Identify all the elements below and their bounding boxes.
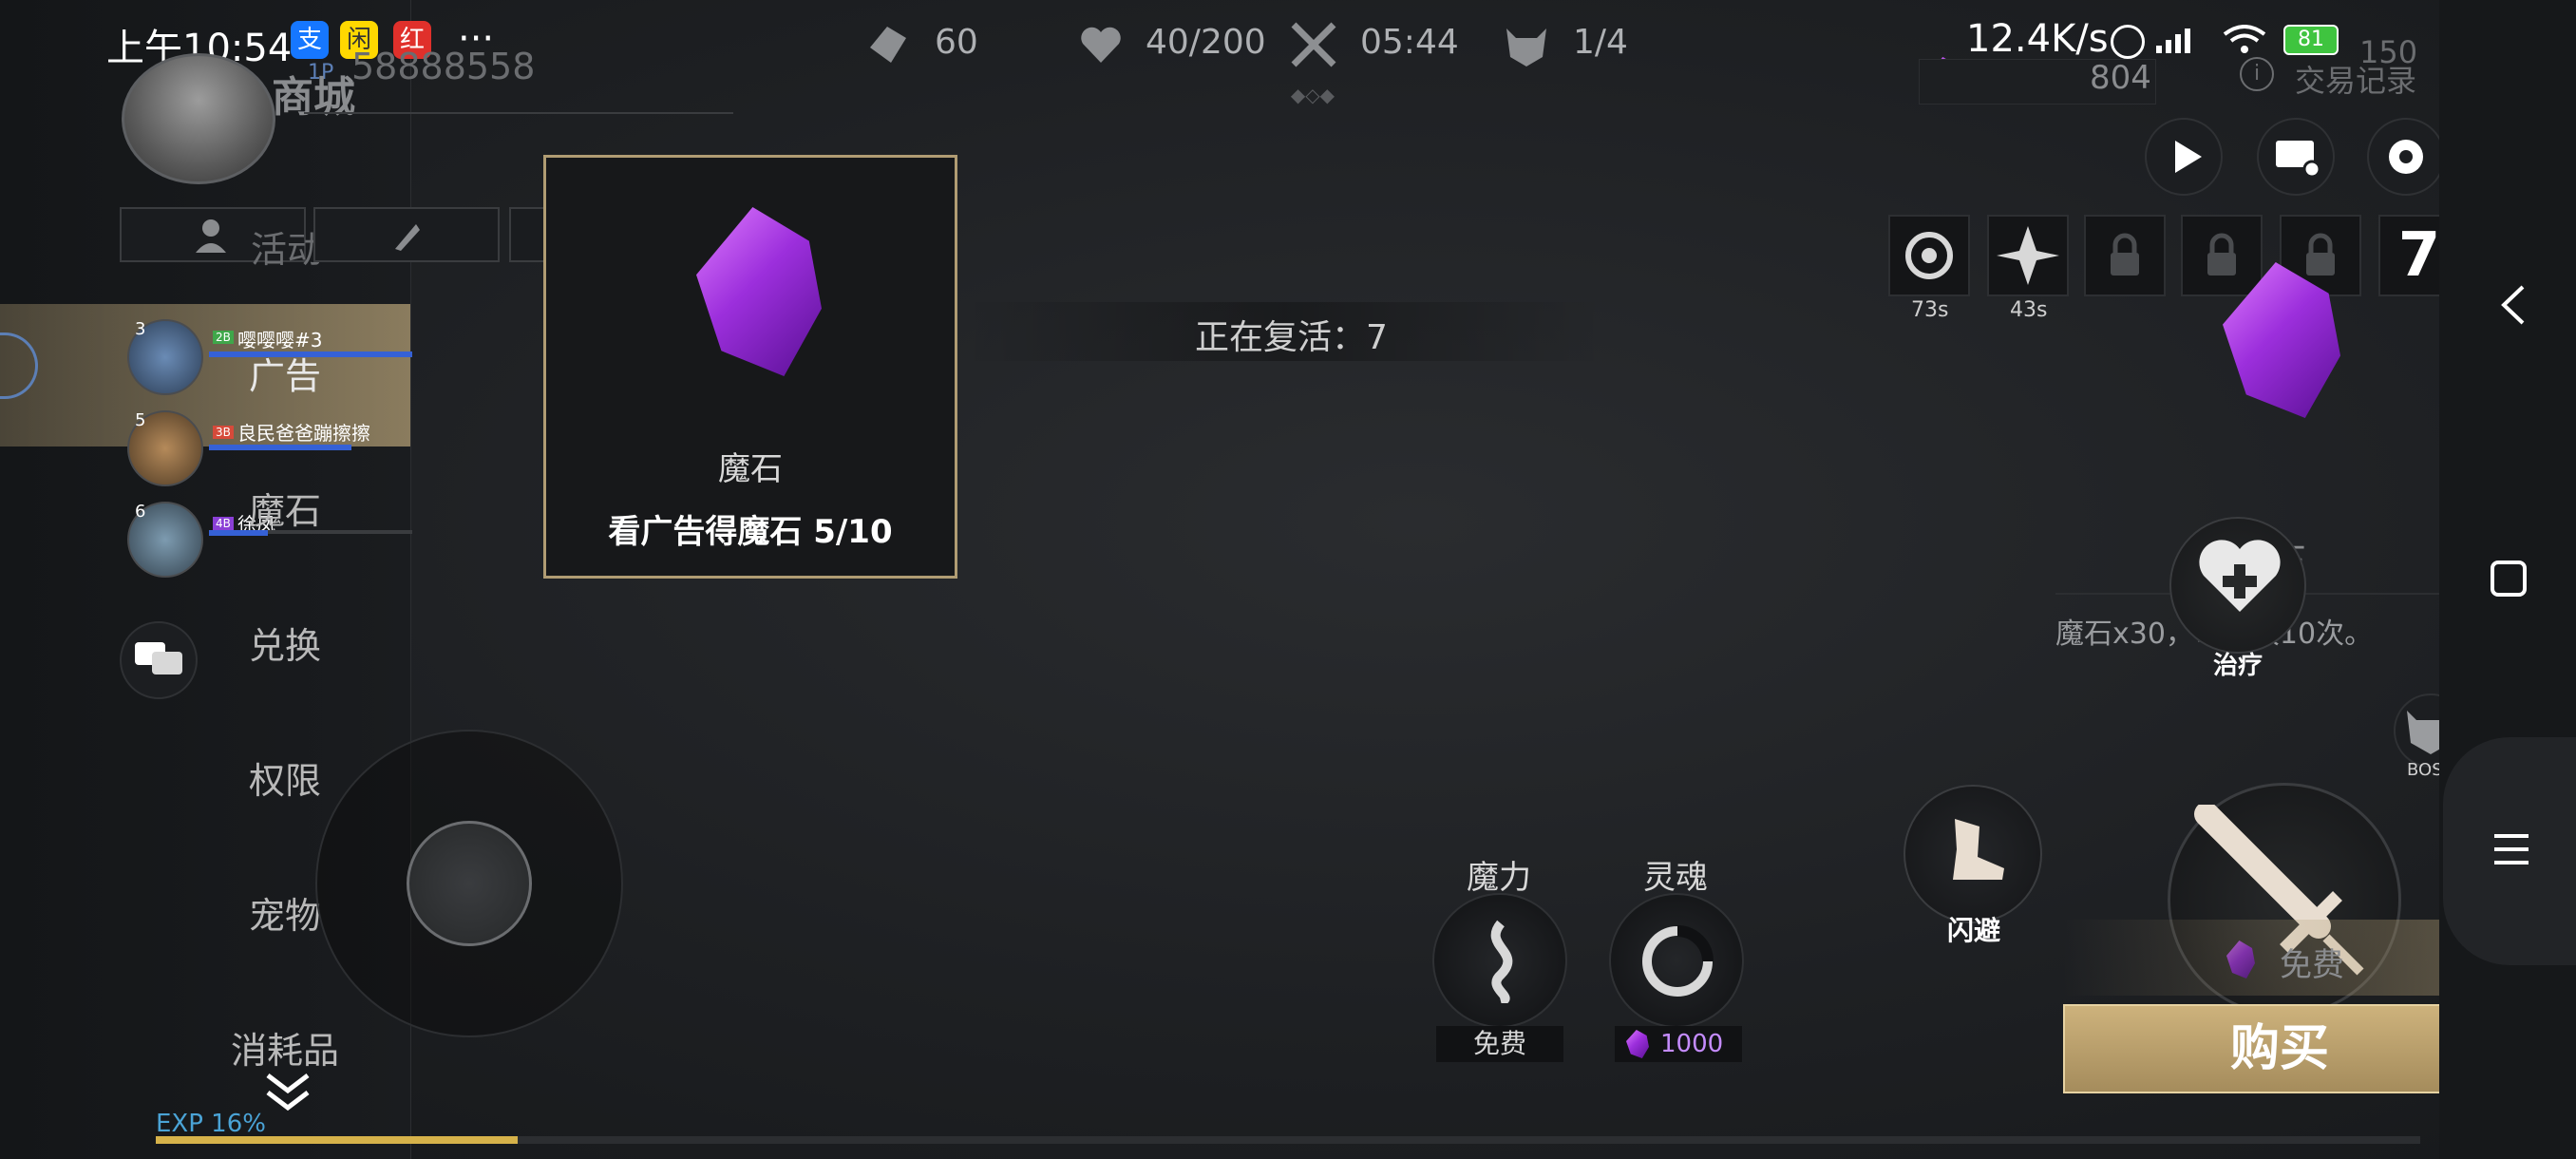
stamina-icon	[862, 19, 914, 70]
skill-slot-1[interactable]	[1888, 215, 1970, 296]
home-nav-icon[interactable]	[2491, 560, 2527, 597]
party-health-bar	[209, 445, 351, 450]
gear-icon	[2389, 140, 2423, 174]
buy-button[interactable]: 购买	[2063, 1004, 2496, 1093]
ad-reward-card[interactable]: 魔石 看广告得魔石 5/10	[543, 155, 957, 579]
network-speed: 12.4K/s	[1966, 17, 2109, 61]
heal-button[interactable]	[2169, 517, 2306, 654]
gem-balance: 804	[2090, 59, 2151, 97]
skill-2-cooldown: 43s	[2010, 298, 2048, 322]
exp-label: EXP 16%	[156, 1110, 266, 1138]
dodge-button[interactable]	[1904, 785, 2042, 923]
trade-record-link[interactable]: 交易记录	[2295, 57, 2416, 101]
menu-item-magic-stone[interactable]: 魔石	[209, 473, 361, 549]
alarm-icon	[2111, 25, 2145, 59]
exp-bar-track	[156, 1136, 2420, 1144]
skill-1-cooldown: 73s	[1911, 298, 1949, 322]
info-icon: i	[2240, 57, 2274, 91]
player-avatar[interactable]	[122, 53, 275, 184]
soul-spell-button[interactable]	[1609, 893, 1744, 1028]
title-underline	[304, 99, 733, 114]
magic-stone-icon	[696, 207, 822, 376]
person-icon	[196, 219, 226, 253]
demon-mask-icon	[1501, 19, 1552, 70]
joystick-knob[interactable]	[407, 821, 532, 946]
tab-activity-label: 活动	[251, 229, 324, 271]
soul-vortex-icon	[1642, 925, 1714, 997]
monitor-gear-icon	[2276, 141, 2321, 179]
mana-spell-title: 魔力	[1467, 859, 1531, 897]
party-level: 6	[135, 502, 146, 522]
mana-spell-button[interactable]	[1432, 893, 1567, 1028]
ad-card-title: 魔石	[718, 450, 783, 488]
chat-button[interactable]	[120, 621, 198, 699]
winged-boot-icon	[1953, 819, 2004, 880]
heal-label: 治疗	[2212, 652, 2263, 680]
party-level: 5	[135, 410, 146, 430]
party-level: 3	[135, 319, 146, 339]
heart-icon	[1075, 19, 1127, 70]
health-value: 40/200	[1146, 23, 1266, 62]
ad-card-subtitle: 看广告得魔石 5/10	[608, 513, 893, 551]
back-nav-icon[interactable]	[2494, 281, 2532, 329]
signal-icon	[2154, 27, 2196, 53]
whirlwind-skill-icon	[1905, 232, 1953, 279]
exp-bar-fill	[156, 1136, 519, 1144]
mana-swirl-icon	[1490, 920, 1513, 1003]
display-settings-button[interactable]	[2257, 118, 2335, 196]
soul-cost-gem-icon	[1626, 1030, 1649, 1058]
feather-icon	[395, 224, 420, 251]
settings-button[interactable]	[2367, 118, 2445, 196]
skill-slot-2[interactable]	[1987, 215, 2069, 296]
soul-spell-title: 灵魂	[1643, 859, 1708, 897]
heart-plus-icon	[2199, 540, 2281, 612]
menu-item-exchange[interactable]: 兑换	[209, 608, 361, 684]
crossed-swords-icon	[1288, 19, 1339, 70]
price-label: 免费	[2280, 946, 2344, 984]
tab-equipment[interactable]	[313, 207, 500, 262]
stamina-value: 60	[935, 23, 978, 62]
lock-icon	[2111, 233, 2139, 276]
party-name: 良民爸爸蹦擦擦	[237, 422, 370, 445]
scroll-down-chevron-icon[interactable]	[262, 1072, 313, 1115]
dodge-label: 闪避	[1946, 915, 2000, 946]
menu-item-ads[interactable]: 广告	[209, 338, 361, 414]
ornament-divider: ◆◇◆	[1290, 84, 1335, 106]
battery-icon: 81	[2283, 25, 2339, 55]
mana-spell-cost: 免费	[1436, 1026, 1563, 1062]
party-badge: 3B	[213, 426, 234, 439]
lock-icon	[2207, 233, 2236, 276]
soul-spell-cost: 1000	[1660, 1030, 1724, 1058]
timer-value: 05:44	[1360, 23, 1459, 62]
shop-title: 商城	[272, 73, 355, 122]
floating-menu-button[interactable]	[2443, 737, 2576, 965]
player-uid: 58888558	[351, 46, 536, 87]
revive-status: 正在复活：7	[1195, 318, 1388, 357]
play-icon	[2175, 141, 2202, 173]
shuriken-skill-icon	[1997, 226, 2059, 285]
skill-slot-locked-2	[2181, 215, 2263, 296]
movement-joystick[interactable]	[315, 730, 623, 1037]
alipay-app-icon: 支	[291, 21, 329, 59]
hamburger-menu-icon	[2494, 834, 2529, 864]
wave-value: 1/4	[1573, 23, 1628, 62]
soul-spell-cost-box: 1000	[1615, 1026, 1742, 1062]
wifi-icon	[2223, 25, 2266, 55]
skill-slot-locked-1	[2084, 215, 2166, 296]
chat-bubbles-icon	[135, 642, 182, 674]
play-button[interactable]	[2145, 118, 2223, 196]
